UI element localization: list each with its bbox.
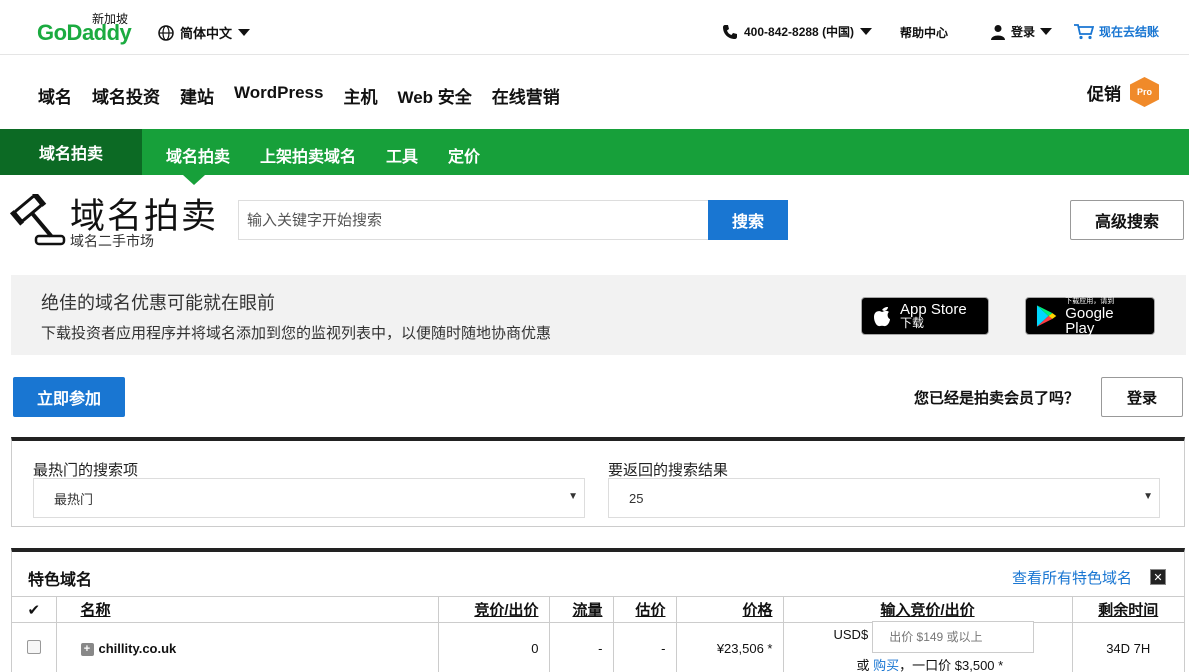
domain-name[interactable]: chillity.co.uk: [99, 641, 177, 656]
featured-domains-panel: 特色域名 查看所有特色域名 ✕ ✔ 名称 竞价/出价 流量 估价 价格 输入竞价…: [11, 548, 1185, 672]
buy-now-link[interactable]: 购买: [873, 658, 899, 672]
app-store-badge[interactable]: App Store 下载: [861, 297, 989, 335]
gavel-icon: [10, 194, 66, 246]
select-arrow-icon: ▼: [568, 491, 578, 502]
bid-currency: USD$: [833, 627, 869, 643]
apple-icon: [874, 307, 890, 327]
promotions-link[interactable]: 促销: [1087, 80, 1121, 105]
traffic-value: -: [549, 622, 614, 672]
column-header-time-left[interactable]: 剩余时间: [1072, 596, 1184, 623]
or-text: 或: [856, 658, 870, 672]
advanced-search-button[interactable]: 高级搜索: [1070, 200, 1184, 240]
popular-searches-label: 最热门的搜索项: [33, 462, 139, 479]
buy-now-price: ，一口价 $3,500 *: [899, 658, 1004, 672]
cart-icon: [1074, 23, 1094, 39]
results-count-select[interactable]: 25 ▼: [608, 478, 1160, 518]
bid-cell: USD$ 或 购买，一口价 $3,500 *: [783, 621, 1073, 672]
nav-item-wordpress[interactable]: WordPress: [234, 83, 323, 108]
view-all-featured-link[interactable]: 查看所有特色域名: [1012, 567, 1132, 588]
results-count-label: 要返回的搜索结果: [608, 462, 729, 479]
time-left-value: 34D 7H: [1106, 641, 1151, 657]
top-utility-bar: 新加坡 GoDaddy 简体中文 400-842-8288 (中国) 帮助中心 …: [0, 0, 1189, 55]
subnav-item-auctions[interactable]: 域名拍卖: [166, 143, 230, 167]
nav-item-web-security[interactable]: Web 安全: [397, 83, 471, 108]
popular-searches-value: 最热门: [54, 491, 94, 507]
godaddy-logo[interactable]: 新加坡 GoDaddy: [37, 10, 137, 46]
banner-headline: 绝佳的域名优惠可能就在眼前: [41, 293, 275, 313]
column-header-traffic[interactable]: 流量: [549, 596, 614, 623]
app-store-title: App Store: [900, 301, 967, 318]
select-all-checkbox[interactable]: ✔: [12, 596, 57, 623]
chevron-down-icon: [1040, 28, 1053, 35]
chevron-down-icon: [860, 28, 873, 35]
column-header-price[interactable]: 价格: [676, 596, 784, 623]
select-arrow-icon: ▼: [1143, 491, 1153, 502]
subnav-items: 域名拍卖 上架拍卖域名 工具 定价: [166, 143, 480, 167]
sign-in-label: 登录: [1011, 25, 1036, 39]
google-play-badge[interactable]: 下载应用，请到 Google Play: [1025, 297, 1155, 337]
column-header-name[interactable]: 名称: [56, 596, 439, 623]
bids-count: 0: [438, 622, 550, 672]
sign-in-menu[interactable]: 登录: [990, 23, 1053, 40]
checkout-link[interactable]: 现在去结账: [1074, 23, 1159, 40]
user-icon: [991, 24, 1005, 40]
join-now-button[interactable]: 立即参加: [13, 377, 125, 417]
globe-icon: [158, 24, 174, 41]
table-row: + chillity.co.uk 0 - - ¥23,506 * USD$ 或 购…: [12, 621, 1184, 672]
search-input[interactable]: [238, 200, 709, 240]
subnav-item-list-domain[interactable]: 上架拍卖域名: [260, 143, 356, 167]
subnav-item-pricing[interactable]: 定价: [448, 143, 480, 167]
nav-item-hosting[interactable]: 主机: [343, 83, 377, 108]
column-header-enter-bid[interactable]: 输入竞价/出价: [783, 596, 1073, 623]
app-promo-banner: 绝佳的域名优惠可能就在眼前 下载投资者应用程序并将域名添加到您的监视列表中，以便…: [11, 275, 1186, 355]
google-play-title: Google Play: [1065, 304, 1114, 337]
banner-description: 下载投资者应用程序并将域名添加到您的监视列表中，以便随时随地协商优惠: [41, 325, 552, 342]
chevron-down-icon: [238, 29, 251, 36]
phone-selector[interactable]: 400-842-8288 (中国): [722, 23, 873, 40]
nav-item-marketing[interactable]: 在线营销: [492, 83, 560, 108]
app-store-subtitle: 下载: [900, 316, 925, 330]
subnav-section-title[interactable]: 域名拍卖: [0, 129, 142, 175]
member-login-button[interactable]: 登录: [1101, 377, 1183, 417]
row-checkbox[interactable]: [26, 640, 41, 655]
language-selector[interactable]: 简体中文: [158, 23, 251, 42]
google-play-icon: [1036, 305, 1057, 327]
featured-domains-table: ✔ 名称 竞价/出价 流量 估价 价格 输入竞价/出价 剩余时间 + chilli…: [12, 596, 1184, 672]
phone-number: 400-842-8288 (中国): [744, 25, 855, 39]
price-value: ¥23,506 *: [676, 622, 784, 672]
column-header-bids[interactable]: 竞价/出价: [438, 596, 550, 623]
expand-plus-icon[interactable]: +: [80, 643, 94, 657]
nav-item-website[interactable]: 建站: [180, 83, 214, 108]
main-navigation: 域名 域名投资 建站 WordPress 主机 Web 安全 在线营销: [0, 56, 1189, 129]
subnav-item-tools[interactable]: 工具: [386, 143, 418, 167]
valuation-value: -: [613, 622, 677, 672]
column-header-valuation[interactable]: 估价: [613, 596, 677, 623]
table-header-row: ✔ 名称 竞价/出价 流量 估价 价格 输入竞价/出价 剩余时间: [12, 596, 1184, 623]
auction-subnav: 域名拍卖 域名拍卖 上架拍卖域名 工具 定价: [0, 129, 1189, 185]
nav-item-domain-investing[interactable]: 域名投资: [92, 83, 160, 108]
search-filters-panel: 最热门的搜索项 最热门 ▼ 要返回的搜索结果 25 ▼: [11, 437, 1185, 527]
bid-input[interactable]: [872, 621, 1035, 654]
featured-title: 特色域名: [28, 572, 93, 589]
member-question: 您已经是拍卖会员了吗？: [914, 390, 1080, 407]
page-subtitle: 域名二手市场: [70, 233, 154, 249]
phone-icon: [723, 24, 737, 39]
popular-searches-select[interactable]: 最热门 ▼: [33, 478, 585, 518]
help-center-link[interactable]: 帮助中心: [900, 24, 948, 41]
language-label: 简体中文: [180, 26, 233, 41]
logo-wordmark: GoDaddy: [37, 20, 132, 45]
close-icon[interactable]: ✕: [1150, 569, 1166, 585]
active-tab-pointer: [183, 175, 205, 185]
search-button[interactable]: 搜索: [708, 200, 788, 240]
nav-item-domains[interactable]: 域名: [38, 83, 72, 108]
main-nav-items: 域名 域名投资 建站 WordPress 主机 Web 安全 在线营销: [38, 83, 560, 108]
results-count-value: 25: [629, 490, 644, 506]
checkout-label: 现在去结账: [1099, 25, 1160, 39]
